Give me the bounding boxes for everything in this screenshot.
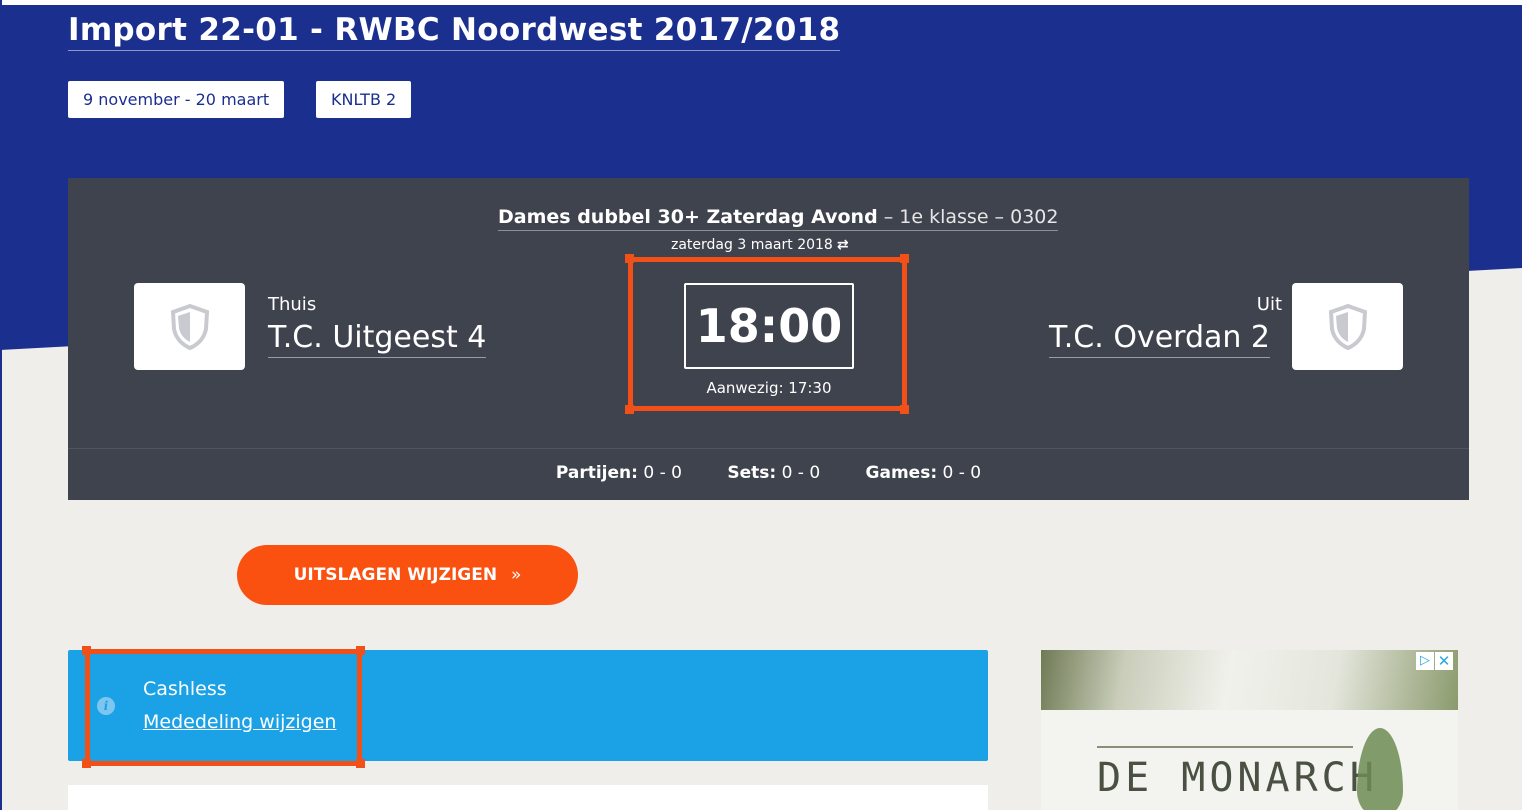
poule-code: 0302 xyxy=(1010,206,1059,228)
leaf-icon xyxy=(1357,728,1403,810)
away-label: Uit xyxy=(1256,294,1282,315)
score-summary: Partijen: 0 - 0 Sets: 0 - 0 Games: 0 - 0 xyxy=(68,463,1469,483)
ad-choices-icon[interactable]: ▷ xyxy=(1416,652,1434,670)
advertisement[interactable]: DE MONARCH ▷ ✕ xyxy=(1041,650,1458,810)
home-team-name[interactable]: T.C. Uitgeest 4 xyxy=(268,319,487,358)
left-frame xyxy=(0,0,12,810)
top-border xyxy=(0,0,1522,5)
away-team-logo[interactable] xyxy=(1292,283,1403,370)
score-value: 0 - 0 xyxy=(781,463,821,483)
ad-divider xyxy=(1097,746,1353,748)
highlight-handle xyxy=(82,759,91,768)
highlight-handle xyxy=(82,646,91,655)
home-label: Thuis xyxy=(268,294,317,315)
score-sets: Sets: 0 - 0 xyxy=(727,463,820,483)
separator: – xyxy=(988,206,1011,228)
page-title[interactable]: Import 22-01 - RWBC Noordwest 2017/2018 xyxy=(68,10,841,51)
class-name: 1e klasse xyxy=(899,206,989,228)
score-label: Games: xyxy=(865,463,938,483)
highlight-time-box xyxy=(628,257,907,411)
highlight-handle xyxy=(625,254,634,263)
score-games: Games: 0 - 0 xyxy=(866,463,982,483)
ad-brand-text: DE MONARCH xyxy=(1097,755,1378,801)
shield-icon xyxy=(170,303,209,350)
separator: – xyxy=(877,206,900,228)
content-panel xyxy=(68,785,988,810)
score-value: 0 - 0 xyxy=(942,463,982,483)
chevron-right-icon: » xyxy=(511,565,522,585)
highlight-handle xyxy=(900,405,909,414)
score-label: Partijen: xyxy=(555,463,638,483)
card-divider xyxy=(68,448,1469,449)
close-icon[interactable]: ✕ xyxy=(1435,652,1453,670)
highlight-handle xyxy=(900,254,909,263)
home-team-logo[interactable] xyxy=(134,283,245,370)
highlight-handle xyxy=(356,646,365,655)
competition-link[interactable]: Dames dubbel 30+ Zaterdag Avond – 1e kla… xyxy=(498,206,1059,231)
shield-icon xyxy=(1328,303,1367,350)
away-team-name[interactable]: T.C. Overdan 2 xyxy=(1049,319,1271,358)
swap-icon[interactable]: ⇄ xyxy=(837,237,849,253)
highlight-handle xyxy=(356,759,365,768)
organisation-tag: KNLTB 2 xyxy=(316,81,412,118)
highlight-handle xyxy=(625,405,634,414)
score-value: 0 - 0 xyxy=(643,463,682,483)
score-partijen: Partijen: 0 - 0 xyxy=(556,463,682,483)
edit-results-button[interactable]: UITSLAGEN WIJZIGEN » xyxy=(237,545,578,605)
score-label: Sets: xyxy=(727,463,777,483)
match-date-text: zaterdag 3 maart 2018 xyxy=(671,237,833,253)
match-date: zaterdag 3 maart 2018 ⇄ xyxy=(671,237,849,253)
edit-results-label: UITSLAGEN WIJZIGEN xyxy=(293,565,498,585)
highlight-notice-box xyxy=(85,649,362,766)
ad-image xyxy=(1041,650,1458,710)
competition-name: Dames dubbel 30+ Zaterdag Avond xyxy=(498,206,878,228)
date-range-tag: 9 november - 20 maart xyxy=(68,81,285,118)
